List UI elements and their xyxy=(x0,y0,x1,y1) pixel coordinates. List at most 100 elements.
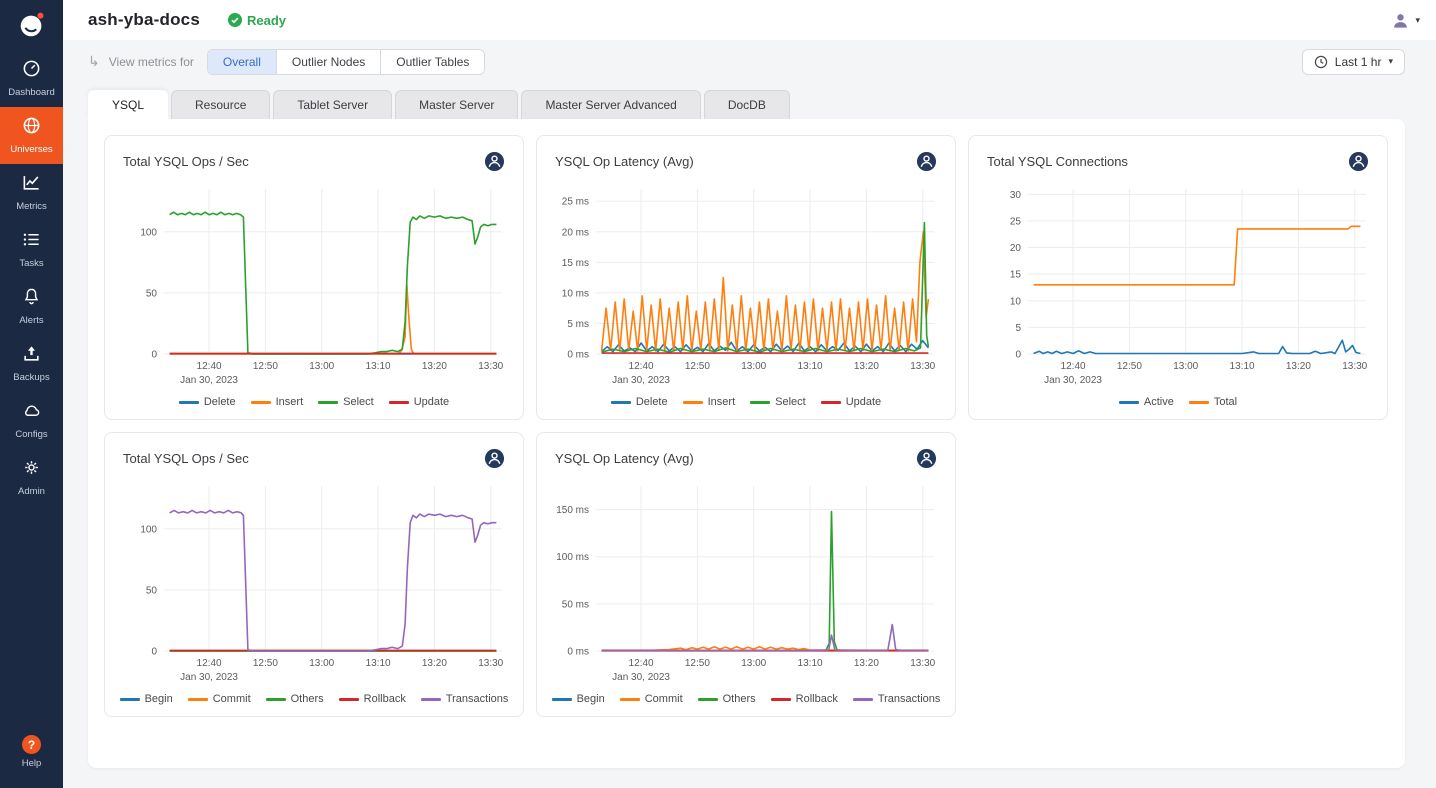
svg-text:12:50: 12:50 xyxy=(253,361,278,372)
chart-card-ysql-ops: Total YSQL Ops / Sec 12:4012:5013:0013:1… xyxy=(104,135,524,420)
svg-text:150 ms: 150 ms xyxy=(556,505,589,516)
tab-docdb[interactable]: DocDB xyxy=(704,90,790,119)
chart-legend: Delete Insert Select Update xyxy=(548,390,944,411)
legend-item[interactable]: Total xyxy=(1189,396,1237,408)
sidebar-item-tasks[interactable]: Tasks xyxy=(0,221,63,278)
svg-text:20 ms: 20 ms xyxy=(562,227,589,238)
legend-swatch xyxy=(389,401,409,404)
time-range-selector[interactable]: Last 1 hr ▾ xyxy=(1302,49,1405,75)
svg-text:13:30: 13:30 xyxy=(910,658,935,669)
help-icon: ? xyxy=(22,735,41,754)
legend-item[interactable]: Rollback xyxy=(771,693,838,705)
legend-item[interactable]: Active xyxy=(1119,396,1174,408)
tab-ysql[interactable]: YSQL xyxy=(88,90,168,119)
sidebar-item-label: Alerts xyxy=(19,315,43,326)
dashboard-icon xyxy=(22,59,41,83)
legend-item[interactable]: Transactions xyxy=(853,693,941,705)
time-range-label: Last 1 hr xyxy=(1335,55,1382,69)
metrics-selector-row: ↳ View metrics for Overall Outlier Nodes… xyxy=(88,48,1405,75)
user-menu[interactable]: ▾ xyxy=(1391,11,1420,30)
yugabyte-logo-icon[interactable] xyxy=(0,0,63,50)
legend-swatch xyxy=(266,698,286,701)
legend-item[interactable]: Select xyxy=(318,396,374,408)
tab-resource[interactable]: Resource xyxy=(171,90,270,119)
chart-title: Total YSQL Ops / Sec xyxy=(123,154,249,169)
svg-text:13:20: 13:20 xyxy=(422,658,447,669)
scope-tab-overall[interactable]: Overall xyxy=(208,50,276,74)
legend-item[interactable]: Others xyxy=(266,693,324,705)
svg-text:100: 100 xyxy=(140,524,157,535)
sidebar: Dashboard Universes Metrics Tasks Alerts xyxy=(0,0,63,788)
svg-text:50: 50 xyxy=(146,585,158,596)
svg-text:13:00: 13:00 xyxy=(1173,361,1198,372)
chart-plot[interactable]: 12:4012:5013:0013:1013:2013:30Jan 30, 20… xyxy=(548,175,944,390)
legend-item[interactable]: Delete xyxy=(611,396,668,408)
svg-text:13:00: 13:00 xyxy=(309,658,334,669)
legend-item[interactable]: Delete xyxy=(179,396,236,408)
chart-plot[interactable]: 12:4012:5013:0013:1013:2013:30Jan 30, 20… xyxy=(980,175,1376,390)
tab-tablet-server[interactable]: Tablet Server xyxy=(273,90,392,119)
scope-tab-outlier-nodes[interactable]: Outlier Nodes xyxy=(276,50,380,74)
alerts-icon xyxy=(22,287,41,311)
legend-item[interactable]: Insert xyxy=(251,396,304,408)
legend-item[interactable]: Commit xyxy=(620,693,683,705)
legend-item[interactable]: Rollback xyxy=(339,693,406,705)
tab-master-server[interactable]: Master Server xyxy=(395,90,518,119)
sidebar-item-alerts[interactable]: Alerts xyxy=(0,278,63,335)
legend-label: Begin xyxy=(577,693,605,705)
legend-label: Insert xyxy=(708,396,736,408)
chart-aggregate-icon[interactable] xyxy=(1348,151,1369,172)
svg-text:13:10: 13:10 xyxy=(798,361,823,372)
sidebar-item-label: Admin xyxy=(18,486,45,497)
legend-item[interactable]: Select xyxy=(750,396,806,408)
legend-item[interactable]: Others xyxy=(698,693,756,705)
legend-label: Commit xyxy=(213,693,251,705)
scope-tab-outlier-tables[interactable]: Outlier Tables xyxy=(380,50,484,74)
tab-master-server-advanced[interactable]: Master Server Advanced xyxy=(521,90,700,119)
svg-text:15 ms: 15 ms xyxy=(562,258,589,269)
chart-title: YSQL Op Latency (Avg) xyxy=(555,154,694,169)
sidebar-item-backups[interactable]: Backups xyxy=(0,335,63,392)
charts-row-2: Total YSQL Ops / Sec 12:4012:5013:0013:1… xyxy=(104,432,1389,717)
chart-aggregate-icon[interactable] xyxy=(484,448,505,469)
legend-item[interactable]: Insert xyxy=(683,396,736,408)
legend-item[interactable]: Update xyxy=(389,396,449,408)
legend-item[interactable]: Transactions xyxy=(421,693,509,705)
sidebar-item-admin[interactable]: Admin xyxy=(0,449,63,506)
svg-text:12:50: 12:50 xyxy=(1117,361,1142,372)
chart-aggregate-icon[interactable] xyxy=(916,448,937,469)
legend-label: Transactions xyxy=(878,693,941,705)
chart-aggregate-icon[interactable] xyxy=(916,151,937,172)
legend-item[interactable]: Update xyxy=(821,396,881,408)
chart-plot[interactable]: 12:4012:5013:0013:1013:2013:30Jan 30, 20… xyxy=(116,175,512,390)
legend-item[interactable]: Begin xyxy=(552,693,605,705)
legend-label: Transactions xyxy=(446,693,509,705)
legend-label: Delete xyxy=(204,396,236,408)
legend-item[interactable]: Commit xyxy=(188,693,251,705)
sidebar-item-dashboard[interactable]: Dashboard xyxy=(0,50,63,107)
svg-text:13:20: 13:20 xyxy=(422,361,447,372)
svg-text:12:40: 12:40 xyxy=(629,658,654,669)
chart-plot[interactable]: 12:4012:5013:0013:1013:2013:30Jan 30, 20… xyxy=(548,472,944,687)
chart-title: Total YSQL Ops / Sec xyxy=(123,451,249,466)
svg-text:13:30: 13:30 xyxy=(478,361,503,372)
chart-aggregate-icon[interactable] xyxy=(484,151,505,172)
charts-panel: Total YSQL Ops / Sec 12:4012:5013:0013:1… xyxy=(88,119,1405,768)
sidebar-item-label: Dashboard xyxy=(8,87,54,98)
tasks-icon xyxy=(22,230,41,254)
legend-swatch xyxy=(1119,401,1139,404)
legend-label: Rollback xyxy=(364,693,406,705)
svg-text:13:00: 13:00 xyxy=(741,361,766,372)
svg-text:13:20: 13:20 xyxy=(1286,361,1311,372)
legend-swatch xyxy=(750,401,770,404)
metric-tabs: YSQL Resource Tablet Server Master Serve… xyxy=(88,90,1405,119)
return-arrow-icon: ↳ xyxy=(88,53,100,70)
sidebar-item-configs[interactable]: Configs xyxy=(0,392,63,449)
status-text: Ready xyxy=(247,13,286,28)
legend-item[interactable]: Begin xyxy=(120,693,173,705)
sidebar-item-universes[interactable]: Universes xyxy=(0,107,63,164)
sidebar-item-metrics[interactable]: Metrics xyxy=(0,164,63,221)
chart-legend: Active Total xyxy=(980,390,1376,411)
sidebar-item-help[interactable]: ? Help xyxy=(0,726,63,778)
chart-plot[interactable]: 12:4012:5013:0013:1013:2013:30Jan 30, 20… xyxy=(116,472,512,687)
